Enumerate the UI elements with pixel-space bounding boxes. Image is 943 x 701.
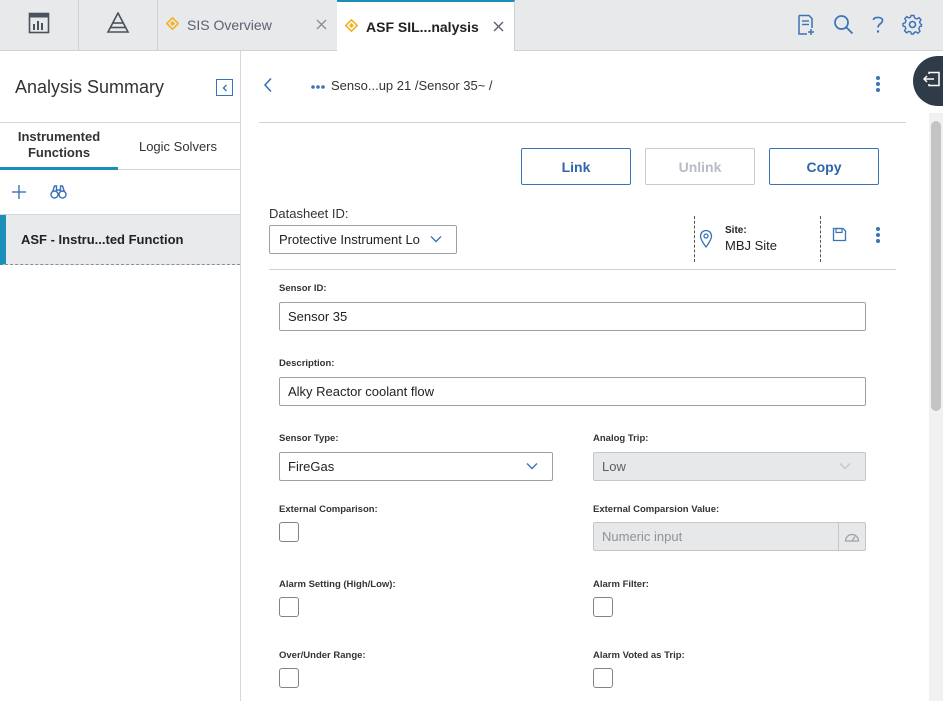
over-under-range-checkbox[interactable] [279, 668, 299, 688]
tab-sis-overview[interactable]: SIS Overview [158, 0, 338, 50]
new-document-icon[interactable] [796, 14, 816, 41]
alarm-setting-label: Alarm Setting (High/Low): [279, 579, 396, 590]
left-tabs: Instrumented Functions Logic Solvers [0, 122, 241, 170]
datasheet-pane: Senso...up 21 /Sensor 35~ / Link Unlink … [241, 51, 943, 701]
more-horizontal-icon[interactable] [311, 78, 325, 93]
chevron-left-icon [221, 79, 229, 97]
help-icon[interactable] [871, 14, 885, 41]
sensor-type-label: Sensor Type: [279, 433, 339, 444]
tab-label: SIS Overview [187, 17, 272, 33]
copy-button[interactable]: Copy [769, 148, 879, 185]
unlink-button[interactable]: Unlink [645, 148, 755, 185]
gauge-icon [838, 523, 865, 550]
side-panel-toggle[interactable] [913, 56, 943, 106]
tab-label: ASF SIL...nalysis [366, 18, 479, 35]
over-under-range-label: Over/Under Range: [279, 650, 366, 661]
analog-trip-label: Analog Trip: [593, 433, 649, 444]
chevron-down-icon [839, 460, 851, 475]
search-icon[interactable] [833, 14, 854, 41]
top-toolbar [796, 14, 923, 41]
site-label: Site: [725, 225, 747, 236]
gear-icon[interactable] [902, 14, 923, 41]
site-value: MBJ Site [725, 238, 778, 253]
breadcrumb: Senso...up 21 /Sensor 35~ / [311, 78, 493, 93]
alarm-filter-label: Alarm Filter: [593, 579, 649, 590]
pane-title: Analysis Summary [15, 77, 165, 97]
sensor-type-value: FireGas [288, 459, 335, 474]
scrollbar-thumb[interactable] [931, 121, 941, 411]
scrollbar[interactable] [929, 113, 943, 701]
collapse-pane-button[interactable] [216, 79, 233, 96]
link-button[interactable]: Link [521, 148, 631, 185]
sensor-id-label: Sensor ID: [279, 283, 327, 294]
sensor-type-select[interactable]: FireGas [279, 452, 553, 481]
chevron-down-icon [526, 460, 538, 475]
description-field[interactable]: Alky Reactor coolant flow [279, 377, 866, 406]
divider [820, 216, 821, 262]
chevron-down-icon [430, 233, 442, 248]
list-item-label: ASF - Instru...ted Function [21, 232, 184, 247]
analog-trip-select[interactable]: Low [593, 452, 866, 481]
alarm-filter-checkbox[interactable] [593, 597, 613, 617]
breadcrumb-text[interactable]: Senso...up 21 /Sensor 35~ / [331, 78, 493, 93]
more-vertical-icon[interactable] [876, 76, 880, 92]
input-placeholder: Numeric input [602, 529, 683, 544]
save-icon[interactable] [832, 227, 847, 247]
tab-asf-sil-analysis[interactable]: ASF SIL...nalysis [337, 0, 515, 51]
header-divider [259, 122, 906, 123]
tab-logic-solvers[interactable]: Logic Solvers [118, 123, 238, 170]
hierarchy-button[interactable] [79, 0, 158, 50]
description-label: Description: [279, 358, 335, 369]
back-icon[interactable] [263, 77, 273, 98]
diamond-icon [165, 16, 180, 33]
sensor-id-value: Sensor 35 [288, 309, 348, 324]
exit-icon [922, 71, 941, 92]
datasheet-value: Protective Instrument Lo [279, 232, 420, 247]
list-item-instrumented-function[interactable]: ASF - Instru...ted Function [0, 215, 240, 265]
analysis-summary-pane: Analysis Summary Instrumented Functions … [0, 51, 241, 701]
close-icon[interactable] [316, 17, 327, 33]
add-icon[interactable] [11, 184, 27, 205]
dashboard-button[interactable] [0, 0, 79, 50]
alarm-voted-as-trip-label: Alarm Voted as Trip: [593, 650, 685, 661]
close-icon[interactable] [493, 19, 504, 35]
binoculars-icon[interactable] [50, 184, 67, 205]
external-comparison-checkbox[interactable] [279, 522, 299, 542]
tab-instrumented-functions[interactable]: Instrumented Functions [0, 123, 118, 170]
hierarchy-icon [106, 10, 130, 39]
form-divider [269, 269, 896, 270]
analog-trip-value: Low [602, 459, 626, 474]
left-toolbar [0, 171, 241, 215]
sensor-id-field[interactable]: Sensor 35 [279, 302, 866, 331]
datasheet-label: Datasheet ID: [269, 206, 349, 221]
datasheet-select[interactable]: Protective Instrument Lo [269, 225, 457, 254]
divider [694, 216, 695, 262]
location-pin-icon [699, 229, 713, 253]
tab-label: Instrumented Functions [17, 129, 101, 160]
tab-label: Logic Solvers [138, 138, 218, 154]
alarm-voted-as-trip-checkbox[interactable] [593, 668, 613, 688]
alarm-setting-checkbox[interactable] [279, 597, 299, 617]
external-comparison-label: External Comparison: [279, 504, 378, 515]
description-value: Alky Reactor coolant flow [288, 384, 434, 399]
top-tab-bar: SIS Overview ASF SIL...nalysis [0, 0, 943, 51]
external-comparison-value-label: External Comparsion Value: [593, 504, 720, 515]
diamond-icon [344, 18, 359, 35]
external-comparison-value-input[interactable]: Numeric input [593, 522, 866, 551]
more-vertical-icon[interactable] [876, 227, 880, 243]
dashboard-icon [28, 12, 50, 39]
